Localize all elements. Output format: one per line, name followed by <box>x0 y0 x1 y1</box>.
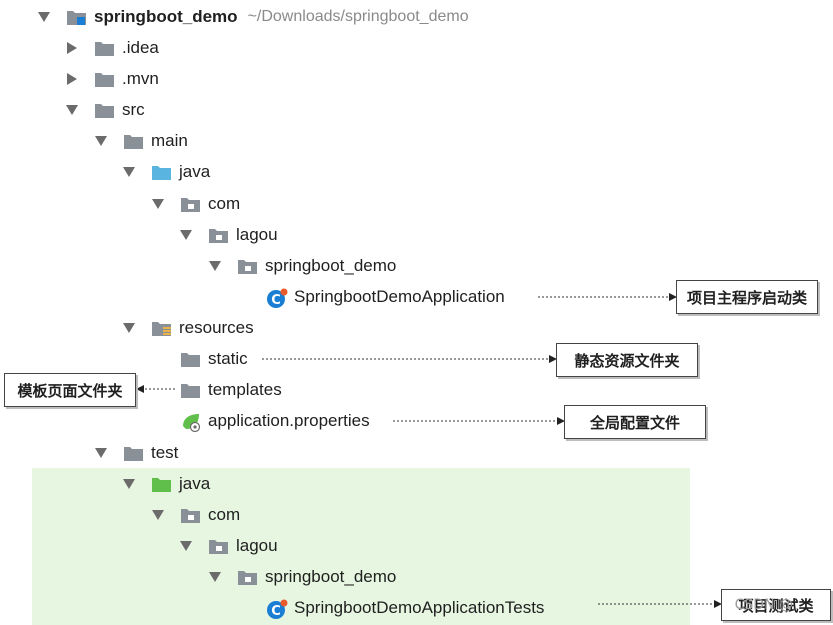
project-tree: springboot_demo ~/Downloads/springboot_d… <box>0 0 833 625</box>
callout-text: 模板页面文件夹 <box>17 381 123 400</box>
callout-text: 静态资源文件夹 <box>574 351 680 370</box>
watermark: CSDN @ <box>734 597 793 613</box>
callout-text: 项目主程序启动类 <box>686 288 807 307</box>
callout-static: 静态资源文件夹 <box>556 343 698 377</box>
callout-main-class: 项目主程序启动类 <box>676 280 818 314</box>
callout-text: 全局配置文件 <box>589 413 680 432</box>
callout-app-props: 全局配置文件 <box>564 405 706 439</box>
callout-templates: 模板页面文件夹 <box>4 373 136 407</box>
